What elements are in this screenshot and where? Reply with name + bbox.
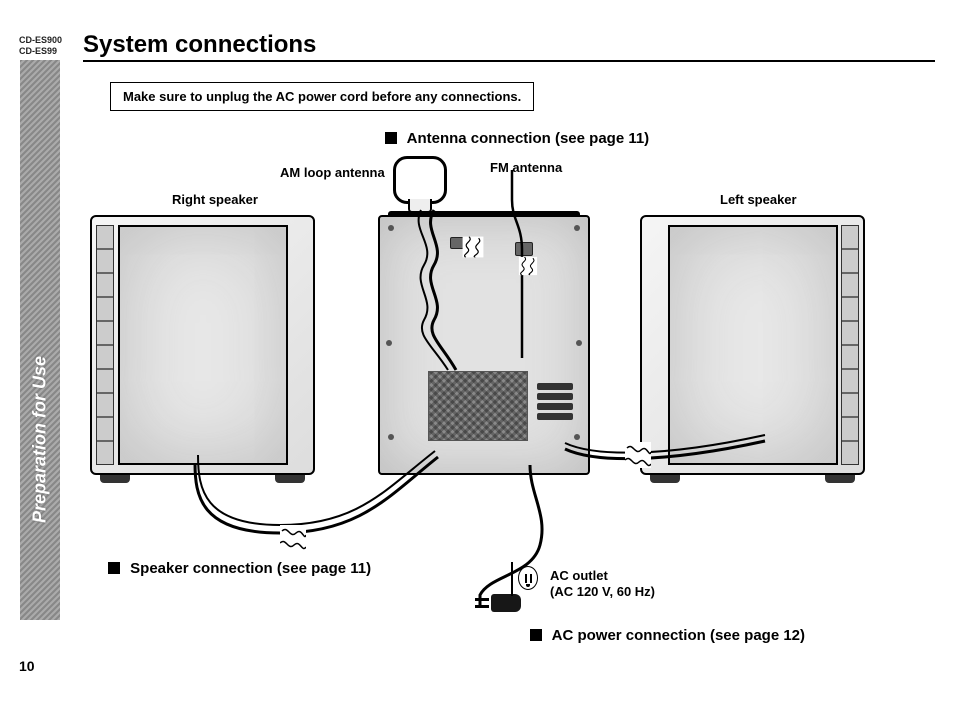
- label-ac-line1: AC outlet: [550, 568, 608, 583]
- right-speaker-cable: [190, 455, 440, 545]
- page-number: 10: [19, 658, 35, 674]
- ac-indicator-line: [511, 562, 513, 596]
- heading-speaker: Speaker connection (see page 11): [108, 560, 371, 577]
- bullet-icon: [385, 132, 397, 144]
- label-right-speaker: Right speaker: [172, 192, 258, 207]
- wire-break-icon: [625, 442, 651, 468]
- left-speaker-cable: [565, 435, 765, 470]
- model-labels: CD-ES900 CD-ES99: [19, 35, 62, 57]
- wire-break-icon: [519, 257, 537, 275]
- sidebar-text: Preparation for Use: [30, 356, 51, 523]
- model-line-2: CD-ES99: [19, 46, 62, 57]
- model-line-1: CD-ES900: [19, 35, 62, 46]
- warning-box: Make sure to unplug the AC power cord be…: [110, 82, 534, 111]
- label-left-speaker: Left speaker: [720, 192, 797, 207]
- heading-antenna-text: Antenna connection (see page 11): [407, 130, 650, 147]
- main-unit-illustration: [378, 215, 590, 475]
- page-title: System connections: [83, 31, 316, 59]
- bullet-icon: [530, 629, 542, 641]
- heading-ac-text: AC power connection (see page 12): [552, 627, 805, 644]
- manual-page: { "models": { "line1": "CD-ES900", "line…: [0, 0, 954, 704]
- title-underline: [83, 60, 935, 62]
- right-speaker-illustration: [90, 215, 315, 475]
- heading-speaker-text: Speaker connection (see page 11): [130, 560, 371, 577]
- label-am-loop: AM loop antenna: [280, 165, 385, 180]
- label-ac-line2: (AC 120 V, 60 Hz): [550, 584, 655, 599]
- wire-break-icon: [463, 237, 484, 258]
- bullet-icon: [108, 562, 120, 574]
- heading-ac: AC power connection (see page 12): [530, 627, 805, 644]
- warning-text: Make sure to unplug the AC power cord be…: [123, 89, 521, 104]
- am-cable: [416, 210, 452, 370]
- label-ac-outlet: AC outlet (AC 120 V, 60 Hz): [550, 568, 655, 599]
- heading-antenna: Antenna connection (see page 11): [385, 130, 649, 147]
- am-loop-antenna-icon: [393, 156, 447, 204]
- sidebar-tab: Preparation for Use: [20, 60, 60, 620]
- ac-plug-icon: [475, 594, 521, 612]
- ac-outlet-icon: [518, 566, 538, 590]
- wire-break-icon: [280, 525, 306, 551]
